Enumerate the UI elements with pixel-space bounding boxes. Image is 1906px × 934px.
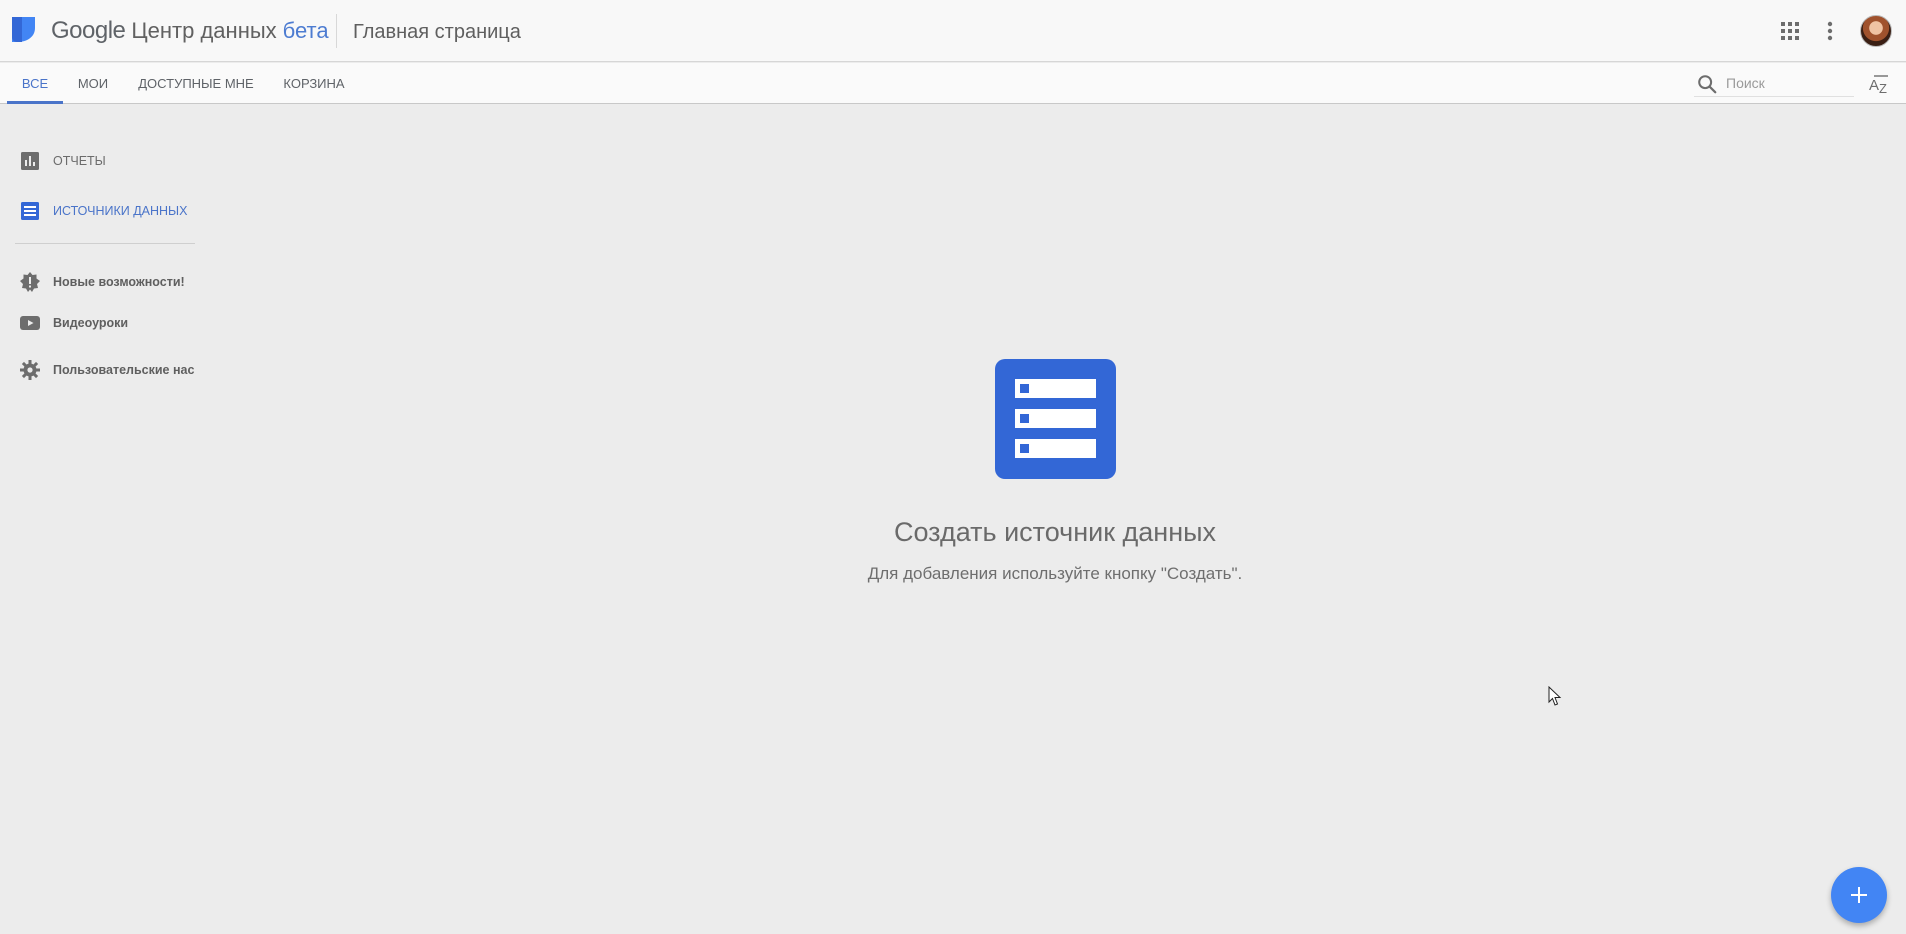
product-name[interactable]: Google Центр данных бета bbox=[51, 17, 329, 45]
search-icon[interactable] bbox=[1696, 73, 1718, 95]
search-box bbox=[1694, 71, 1854, 97]
sidebar-item-label: ОТЧЕТЫ bbox=[53, 154, 106, 168]
tab-mine[interactable]: МОИ bbox=[72, 63, 114, 104]
sidebar-item-label: Видеоуроки bbox=[53, 316, 129, 330]
search-input[interactable] bbox=[1724, 71, 1852, 95]
sidebar-item-data-sources[interactable]: ИСТОЧНИКИ ДАННЫХ bbox=[12, 198, 196, 224]
logo-icon[interactable] bbox=[8, 16, 38, 42]
sidebar-item-settings[interactable]: Пользовательские нас bbox=[12, 357, 196, 383]
sidebar-item-label: ИСТОЧНИКИ ДАННЫХ bbox=[53, 204, 188, 218]
empty-state-title: Создать источник данных bbox=[893, 517, 1217, 547]
more-vert-icon[interactable] bbox=[1825, 20, 1835, 42]
tab-bar: ВСЕ МОИ ДОСТУПНЫЕ МНЕ КОРЗИНА A Z bbox=[0, 63, 1906, 104]
brand-google: Google bbox=[51, 17, 126, 44]
create-button[interactable] bbox=[1831, 867, 1887, 923]
bar-chart-icon bbox=[21, 152, 39, 170]
page-title: Главная страница bbox=[353, 21, 521, 43]
brand-beta: бета bbox=[282, 18, 329, 43]
header-divider bbox=[336, 14, 337, 48]
plus-icon bbox=[1851, 887, 1867, 903]
gear-icon bbox=[20, 360, 40, 380]
data-source-icon bbox=[995, 359, 1116, 479]
sidebar-item-label: Пользовательские нас bbox=[53, 363, 195, 377]
apps-grid-icon[interactable] bbox=[1780, 21, 1800, 41]
list-icon bbox=[21, 202, 39, 220]
new-badge-icon bbox=[20, 272, 40, 292]
mouse-cursor-icon bbox=[1548, 686, 1562, 706]
sort-az-icon[interactable]: A Z bbox=[1868, 73, 1892, 95]
sidebar-item-label: Новые возможности! bbox=[53, 275, 185, 289]
tab-shared[interactable]: ДОСТУПНЫЕ МНЕ bbox=[136, 63, 256, 104]
svg-text:A: A bbox=[1869, 77, 1879, 94]
svg-text:Z: Z bbox=[1879, 81, 1887, 95]
tab-trash[interactable]: КОРЗИНА bbox=[278, 63, 350, 104]
sidebar-item-reports[interactable]: ОТЧЕТЫ bbox=[12, 148, 196, 174]
app-header: Google Центр данных бета Главная страница bbox=[0, 0, 1906, 62]
sidebar-divider bbox=[15, 243, 195, 244]
sidebar-item-tutorials[interactable]: Видеоуроки bbox=[12, 310, 196, 336]
empty-state-subtitle: Для добавления используйте кнопку "Созда… bbox=[867, 564, 1243, 583]
tab-all[interactable]: ВСЕ bbox=[7, 63, 63, 104]
sidebar-item-whats-new[interactable]: Новые возможности! bbox=[12, 269, 196, 295]
youtube-icon bbox=[20, 316, 40, 330]
brand-product: Центр данных bbox=[131, 18, 277, 43]
avatar[interactable] bbox=[1860, 15, 1892, 47]
